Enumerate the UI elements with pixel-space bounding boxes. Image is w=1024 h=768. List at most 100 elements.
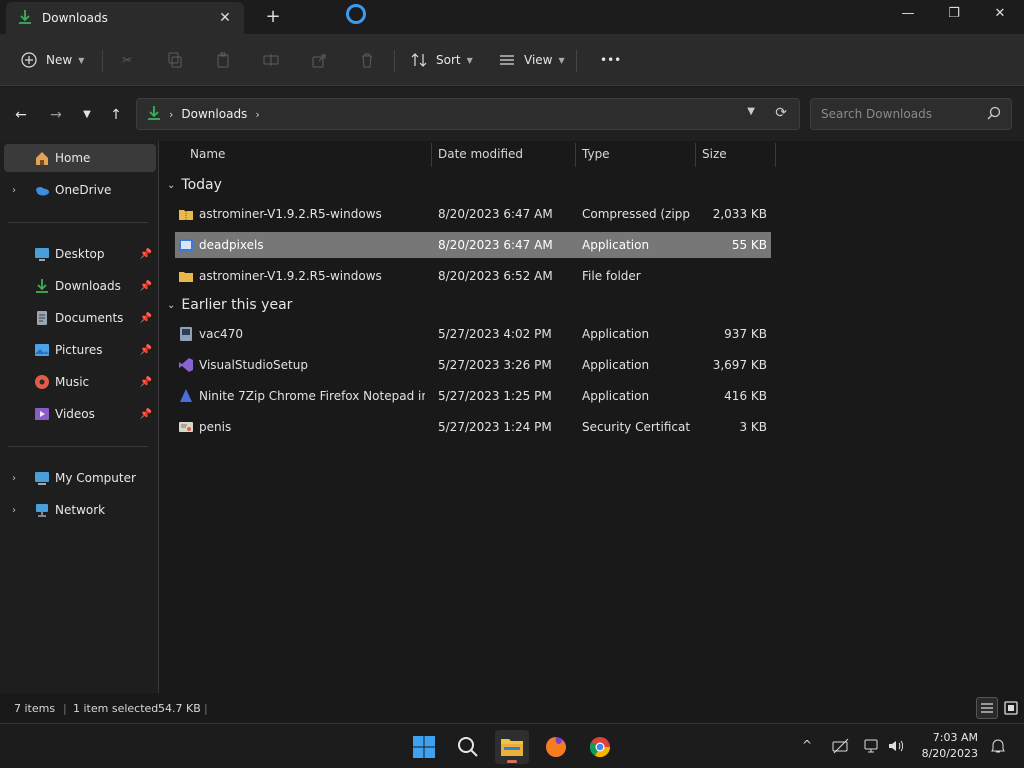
refresh-button[interactable]: ⟳ <box>775 105 787 121</box>
file-date: 5/27/2023 3:26 PM <box>438 358 552 372</box>
back-button[interactable]: ← <box>11 105 31 125</box>
pin-icon: 📌 <box>139 280 152 292</box>
sidebar-item-downloads[interactable]: Downloads 📌 <box>4 272 156 300</box>
group-header-earlier[interactable]: ⌄ Earlier this year <box>167 297 292 313</box>
command-bar: New ▼ ✂ Sort ▼ View ▼ ••• <box>0 34 1024 86</box>
sidebar-item-onedrive[interactable]: › OneDrive <box>4 176 156 204</box>
chevron-right-icon[interactable]: › <box>12 473 16 484</box>
search-input[interactable]: Search Downloads <box>810 98 1012 130</box>
divider <box>394 50 395 72</box>
pin-icon: 📌 <box>139 248 152 260</box>
plus-circle-icon <box>20 51 38 69</box>
address-dropdown-button[interactable]: ▼ <box>747 106 755 117</box>
breadcrumb-separator-icon[interactable]: › <box>255 108 259 121</box>
tab-close-button[interactable]: ✕ <box>216 9 234 27</box>
taskbar-clock[interactable]: 7:03 AM 8/20/2023 <box>922 730 978 762</box>
column-header-date[interactable]: Date modified <box>438 147 523 161</box>
address-bar[interactable]: › Downloads › ▼ ⟳ <box>136 98 800 130</box>
column-divider[interactable] <box>695 143 696 167</box>
sidebar-item-documents[interactable]: Documents 📌 <box>4 304 156 332</box>
sidebar-item-my-computer[interactable]: › My Computer <box>4 464 156 492</box>
cut-button[interactable]: ✂ <box>118 48 136 72</box>
up-button[interactable]: ↑ <box>106 105 126 125</box>
file-size: 3,697 KB <box>712 358 767 372</box>
volume-icon[interactable] <box>888 738 904 757</box>
file-name: VisualStudioSetup <box>199 358 308 372</box>
chevron-down-icon: ▼ <box>78 55 85 65</box>
taskbar-chrome[interactable] <box>583 730 617 764</box>
file-type: Application <box>582 358 650 372</box>
sidebar-item-home[interactable]: Home <box>4 144 156 172</box>
pictures-icon <box>34 342 50 358</box>
title-bar: Downloads ✕ + — ❐ ✕ <box>0 0 1024 34</box>
sidebar-item-videos[interactable]: Videos 📌 <box>4 400 156 428</box>
minimize-button[interactable]: — <box>896 4 920 24</box>
file-row[interactable]: astrominer-V1.9.2.R5-windows 8/20/2023 6… <box>175 263 771 289</box>
chevron-down-icon: ⌄ <box>167 179 176 191</box>
paste-button[interactable] <box>214 48 232 72</box>
maximize-button[interactable]: ❐ <box>942 4 966 24</box>
chevron-right-icon[interactable]: › <box>12 505 16 516</box>
app-icon <box>178 326 194 342</box>
column-divider[interactable] <box>775 143 776 167</box>
file-row[interactable]: vac470 5/27/2023 4:02 PM Application 937… <box>175 321 771 347</box>
file-name: astrominer-V1.9.2.R5-windows <box>199 207 382 221</box>
details-view-button[interactable] <box>976 697 998 719</box>
column-divider[interactable] <box>575 143 576 167</box>
pin-icon: 📌 <box>139 344 152 356</box>
sort-button[interactable]: Sort ▼ <box>410 48 473 72</box>
column-header-name[interactable]: Name <box>190 147 225 161</box>
navigation-pane: Home › OneDrive Desktop 📌 Downloads 📌 Do… <box>0 141 158 693</box>
sidebar-item-pictures[interactable]: Pictures 📌 <box>4 336 156 364</box>
cortana-icon <box>346 4 366 24</box>
breadcrumb-separator-icon: › <box>169 107 174 121</box>
sidebar-divider <box>8 222 148 223</box>
file-row[interactable]: penis 5/27/2023 1:24 PM Security Certifi… <box>175 414 771 440</box>
network-status-icon[interactable] <box>832 738 850 757</box>
file-row[interactable]: Ninite 7Zip Chrome Firefox Notepad inst.… <box>175 383 771 409</box>
sidebar-item-label: Network <box>55 503 106 517</box>
sort-label: Sort <box>436 53 461 67</box>
search-icon <box>987 106 1001 123</box>
file-row[interactable]: astrominer-V1.9.2.R5-windows 8/20/2023 6… <box>175 201 771 227</box>
more-options-button[interactable]: ••• <box>592 48 621 72</box>
copy-button[interactable] <box>166 48 184 72</box>
close-window-button[interactable]: ✕ <box>988 4 1012 24</box>
file-date: 5/27/2023 4:02 PM <box>438 327 552 341</box>
sidebar-item-desktop[interactable]: Desktop 📌 <box>4 240 156 268</box>
delete-button[interactable] <box>358 48 376 72</box>
column-header-type[interactable]: Type <box>582 147 610 161</box>
taskbar-file-explorer[interactable] <box>495 730 529 764</box>
recent-locations-button[interactable]: ▼ <box>77 105 97 125</box>
new-tab-button[interactable]: + <box>262 6 284 28</box>
sidebar-item-network[interactable]: › Network <box>4 496 156 524</box>
sidebar-divider <box>8 446 148 447</box>
taskbar-search-button[interactable] <box>451 730 485 764</box>
certificate-icon <box>178 419 194 435</box>
start-button[interactable] <box>407 730 441 764</box>
rename-button[interactable] <box>262 48 280 72</box>
column-header-size[interactable]: Size <box>702 147 727 161</box>
new-button[interactable]: New ▼ <box>20 48 84 72</box>
breadcrumb-downloads[interactable]: Downloads <box>181 107 247 121</box>
forward-button[interactable]: → <box>46 105 66 125</box>
group-header-today[interactable]: ⌄ Today <box>167 177 222 193</box>
show-hidden-icons-button[interactable]: ^ <box>802 738 812 752</box>
tab-downloads[interactable]: Downloads ✕ <box>6 2 244 34</box>
chevron-down-icon: ▼ <box>558 55 565 65</box>
taskbar-firefox[interactable] <box>539 730 573 764</box>
view-button[interactable]: View ▼ <box>498 48 565 72</box>
trash-icon <box>358 51 376 69</box>
file-row[interactable]: VisualStudioSetup 5/27/2023 3:26 PM Appl… <box>175 352 771 378</box>
file-row[interactable]: deadpixels 8/20/2023 6:47 AM Application… <box>175 232 771 258</box>
column-divider[interactable] <box>431 143 432 167</box>
ethernet-icon[interactable] <box>864 738 880 757</box>
tiles-view-button[interactable] <box>1000 697 1022 719</box>
status-bar: 7 items | 1 item selected 54.7 KB | <box>0 693 1024 723</box>
share-button[interactable] <box>310 48 328 72</box>
sidebar-item-music[interactable]: Music 📌 <box>4 368 156 396</box>
notifications-icon[interactable] <box>990 738 1006 757</box>
zip-folder-icon <box>178 206 194 222</box>
chevron-right-icon[interactable]: › <box>12 185 16 196</box>
group-label: Earlier this year <box>181 297 293 313</box>
